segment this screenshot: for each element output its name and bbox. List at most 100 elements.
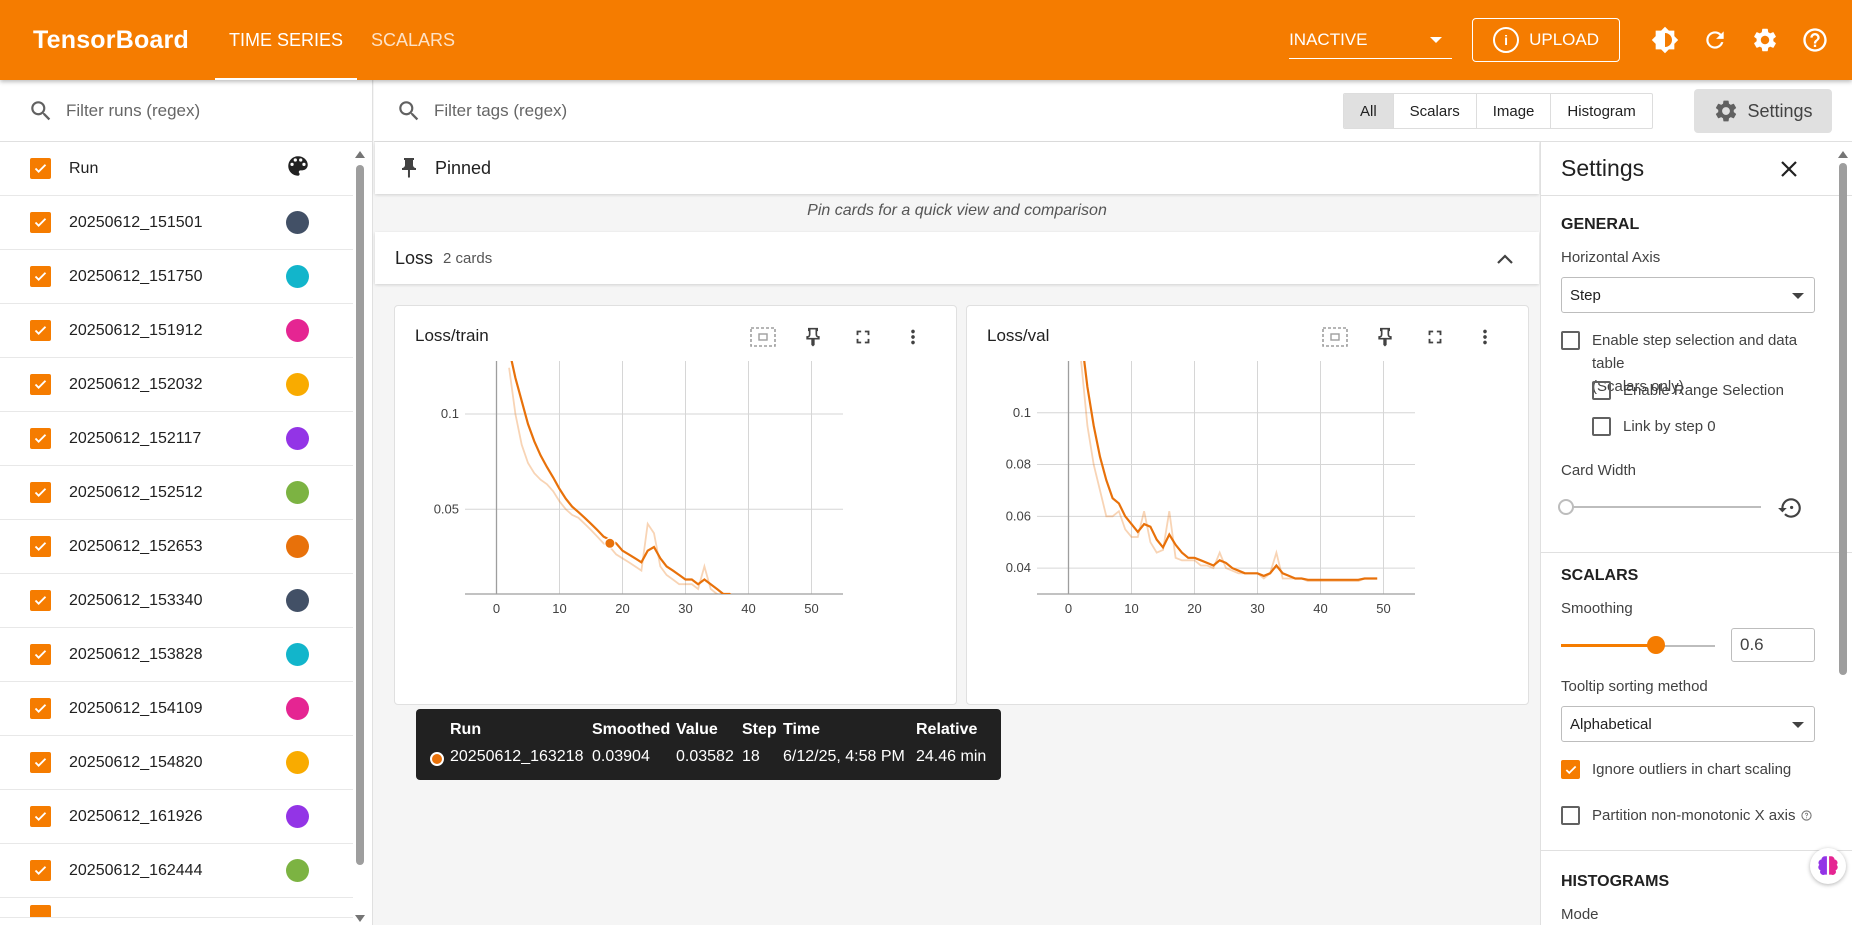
runs-filter-input[interactable]: Filter runs (regex) [66, 101, 200, 121]
run-row[interactable]: 20250612_152512 [0, 466, 353, 520]
run-row[interactable]: 20250612_152032 [0, 358, 353, 412]
run-row[interactable]: 20250612_161926 [0, 790, 353, 844]
pin-card-button[interactable] [788, 322, 838, 352]
filter-image-button[interactable]: Image [1477, 94, 1552, 128]
theme-toggle-button[interactable] [1640, 15, 1690, 65]
run-color-swatch[interactable] [286, 265, 309, 288]
loss-group-header[interactable]: Loss 2 cards [375, 232, 1539, 284]
run-checkbox[interactable] [30, 374, 51, 395]
smoothing-slider-thumb[interactable] [1647, 636, 1665, 654]
tags-filter-input[interactable]: Filter tags (regex) [434, 101, 567, 121]
smoothing-value-input[interactable]: 0.6 [1731, 628, 1815, 662]
run-color-swatch[interactable] [286, 481, 309, 504]
run-checkbox[interactable] [30, 212, 51, 233]
run-color-swatch[interactable] [286, 751, 309, 774]
partition-non-monotonic-checkbox[interactable] [1561, 806, 1580, 825]
partition-non-monotonic-option[interactable]: Partition non-monotonic X axis [1561, 804, 1813, 827]
run-row[interactable]: 20250612_152653 [0, 520, 353, 574]
runs-filter[interactable]: Filter runs (regex) [0, 80, 372, 142]
run-row[interactable]: 20250612_153340 [0, 574, 353, 628]
link-by-step-checkbox[interactable] [1592, 417, 1611, 436]
tab-scalars[interactable]: SCALARS [357, 0, 469, 80]
chevron-up-icon[interactable] [1495, 252, 1515, 266]
reload-button[interactable] [1690, 15, 1740, 65]
smoothing-slider-track[interactable] [1657, 645, 1715, 647]
run-color-swatch[interactable] [286, 589, 309, 612]
help-button[interactable] [1790, 15, 1840, 65]
line-chart-loss-val[interactable]: 0 10 20 30 40 50 0.04 0.06 0.08 0.1 [967, 361, 1530, 651]
close-icon[interactable] [1777, 157, 1801, 181]
run-row[interactable]: 20250612_162444 [0, 844, 353, 898]
run-color-swatch[interactable] [286, 805, 309, 828]
run-row[interactable]: 20250612_151750 [0, 250, 353, 304]
filter-all-button[interactable]: All [1344, 94, 1394, 128]
card-more-menu-button[interactable] [1460, 322, 1510, 352]
assistant-brain-icon[interactable] [1810, 848, 1846, 884]
scrollbar-thumb[interactable] [1839, 163, 1847, 675]
run-checkbox[interactable] [30, 860, 51, 881]
settings-toggle-button[interactable]: Settings [1694, 89, 1832, 133]
inactive-dashboards-select[interactable]: INACTIVE [1289, 21, 1453, 59]
run-checkbox[interactable] [30, 698, 51, 719]
settings-scrollbar[interactable] [1838, 147, 1848, 925]
app-title[interactable]: TensorBoard [33, 26, 215, 55]
run-checkbox[interactable] [30, 428, 51, 449]
runs-scrollbar[interactable] [355, 147, 365, 922]
filter-scalars-button[interactable]: Scalars [1394, 94, 1477, 128]
run-checkbox[interactable] [30, 266, 51, 287]
link-by-step-option[interactable]: Link by step 0 [1592, 415, 1716, 438]
card-more-menu-button[interactable] [888, 322, 938, 352]
upload-button[interactable]: i UPLOAD [1472, 18, 1620, 62]
run-checkbox[interactable] [30, 482, 51, 503]
run-row[interactable]: 20250612_154820 [0, 736, 353, 790]
run-color-swatch[interactable] [286, 427, 309, 450]
reset-icon[interactable] [1777, 495, 1803, 521]
run-checkbox[interactable] [30, 644, 51, 665]
run-row-partial[interactable] [0, 898, 353, 918]
horizontal-axis-select[interactable]: Step [1561, 277, 1815, 313]
run-color-swatch[interactable] [286, 697, 309, 720]
fullscreen-button[interactable] [838, 322, 888, 352]
card-width-slider-thumb[interactable] [1558, 499, 1574, 515]
fit-domain-button[interactable] [738, 322, 788, 352]
card-width-slider-track[interactable] [1567, 506, 1761, 508]
enable-range-selection-option[interactable]: Enable Range Selection [1592, 379, 1784, 402]
palette-icon[interactable] [285, 153, 311, 184]
run-checkbox[interactable] [30, 536, 51, 557]
filter-histogram-button[interactable]: Histogram [1551, 94, 1651, 128]
run-color-swatch[interactable] [286, 319, 309, 342]
run-color-swatch[interactable] [286, 859, 309, 882]
select-all-checkbox[interactable] [30, 158, 51, 179]
run-color-swatch[interactable] [286, 373, 309, 396]
run-checkbox[interactable] [30, 752, 51, 773]
pin-card-button[interactable] [1360, 322, 1410, 352]
scroll-up-arrow-icon[interactable] [1838, 151, 1848, 158]
fullscreen-button[interactable] [1410, 322, 1460, 352]
run-row[interactable]: 20250612_151501 [0, 196, 353, 250]
run-color-swatch[interactable] [286, 535, 309, 558]
run-row[interactable]: 20250612_153828 [0, 628, 353, 682]
smoothing-slider-fill[interactable] [1561, 644, 1657, 647]
run-checkbox[interactable] [30, 905, 51, 917]
run-color-swatch[interactable] [286, 643, 309, 666]
enable-step-selection-checkbox[interactable] [1561, 331, 1580, 350]
enable-range-selection-checkbox[interactable] [1592, 381, 1611, 400]
help-icon[interactable] [1801, 810, 1813, 821]
run-row[interactable]: 20250612_154109 [0, 682, 353, 736]
run-row[interactable]: 20250612_151912 [0, 304, 353, 358]
run-checkbox[interactable] [30, 590, 51, 611]
fit-domain-button[interactable] [1310, 322, 1360, 352]
settings-gear-button[interactable] [1740, 15, 1790, 65]
scroll-up-arrow-icon[interactable] [355, 151, 365, 158]
run-checkbox[interactable] [30, 806, 51, 827]
line-chart-loss-train[interactable]: 0 10 20 30 40 50 0.05 0.1 [395, 361, 958, 651]
ignore-outliers-checkbox[interactable] [1561, 760, 1580, 779]
tooltip-sort-select[interactable]: Alphabetical [1561, 706, 1815, 742]
run-color-swatch[interactable] [286, 211, 309, 234]
ignore-outliers-option[interactable]: Ignore outliers in chart scaling [1561, 758, 1791, 781]
scrollbar-thumb[interactable] [356, 165, 364, 865]
run-checkbox[interactable] [30, 320, 51, 341]
tab-time-series[interactable]: TIME SERIES [215, 0, 358, 80]
run-row[interactable]: 20250612_152117 [0, 412, 353, 466]
scroll-down-arrow-icon[interactable] [355, 915, 365, 922]
